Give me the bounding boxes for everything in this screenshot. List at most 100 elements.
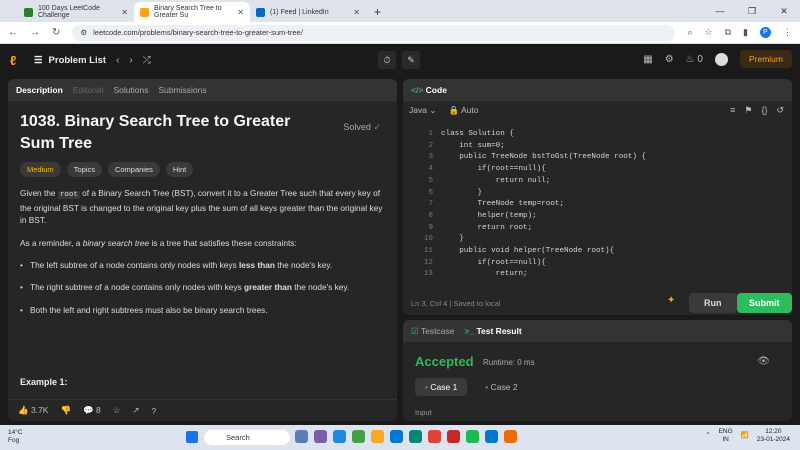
menu-icon[interactable]: ⋮ [783, 27, 792, 38]
auto-toggle[interactable]: 🔒 Auto [448, 105, 478, 116]
code-line[interactable]: if(root==null){ [441, 259, 545, 267]
start-icon[interactable] [186, 431, 198, 443]
sidepanel-icon[interactable]: ▮ [743, 27, 748, 38]
run-button[interactable]: Run [689, 293, 737, 313]
code-line[interactable]: int sum=0; [441, 142, 505, 150]
wifi-icon[interactable]: 📶 [741, 432, 749, 440]
code-line[interactable]: } [441, 235, 464, 243]
close-icon[interactable]: ✕ [121, 8, 128, 17]
widgets-icon[interactable] [295, 430, 308, 443]
tab-solutions[interactable]: Solutions [113, 85, 148, 95]
app-icon[interactable] [352, 430, 365, 443]
tab-editorial[interactable]: Editorial [73, 85, 104, 95]
line-number: 8 [428, 211, 433, 220]
back-icon[interactable]: ← [8, 27, 18, 38]
language-indicator[interactable]: ENG IN [719, 428, 733, 444]
tab-submissions[interactable]: Submissions [158, 85, 206, 95]
code-line[interactable]: return; [441, 270, 528, 278]
extensions-icon[interactable]: ⧉ [725, 27, 731, 38]
code-line[interactable]: helper(temp); [441, 212, 536, 220]
code-line[interactable]: TreeNode temp=root; [441, 200, 564, 208]
shuffle-icon[interactable]: ⤮ [143, 55, 151, 66]
weather-widget[interactable]: 14°C Fog [8, 429, 23, 445]
input-label: Input [415, 408, 432, 417]
tray-chevron-icon[interactable]: ⌃ [705, 432, 710, 440]
browser-tab[interactable]: (1) Feed | LinkedIn ✕ [250, 2, 366, 22]
zoom-icon[interactable]: ⌕ [687, 27, 692, 38]
leetcode-logo-icon[interactable]: ℓ [10, 53, 24, 68]
site-info-icon[interactable]: ⚙ [80, 28, 87, 37]
code-line[interactable]: public TreeNode bstToGst(TreeNode root) … [441, 153, 646, 161]
favorite-star-icon[interactable]: ☆ [113, 405, 121, 416]
format-icon[interactable]: ≡ [730, 105, 735, 116]
premium-button[interactable]: Premium [739, 50, 792, 68]
case-2-tab[interactable]: • Case 2 [475, 378, 527, 396]
app-icon[interactable] [409, 430, 422, 443]
braces-icon[interactable]: {} [761, 105, 767, 116]
tab-description[interactable]: Description [16, 85, 63, 95]
vscode-icon[interactable] [485, 430, 498, 443]
line-number: 6 [428, 188, 433, 197]
code-line[interactable]: return null; [441, 177, 551, 185]
debugger-icon[interactable]: ✦ [667, 295, 675, 306]
companies-chip[interactable]: Companies [107, 162, 160, 178]
file-explorer-icon[interactable] [371, 430, 384, 443]
layout-icon[interactable]: ▦ [643, 54, 652, 65]
code-line[interactable]: } [441, 189, 482, 197]
topics-chip[interactable]: Topics [66, 162, 102, 178]
avatar[interactable] [714, 52, 728, 66]
comments-button[interactable]: 💬 8 [83, 405, 101, 416]
hint-chip[interactable]: Hint [165, 162, 194, 178]
reset-icon[interactable]: ↺ [776, 105, 784, 116]
app-icon[interactable] [333, 430, 346, 443]
emphasis-text: binary search tree [82, 237, 150, 248]
code-line[interactable]: public void helper(TreeNode root){ [441, 247, 614, 255]
minimize-icon[interactable]: — [704, 0, 736, 22]
spotify-icon[interactable] [466, 430, 479, 443]
code-line[interactable]: class Solution { [441, 130, 514, 138]
taskbar-search[interactable]: Search [204, 430, 290, 445]
like-button[interactable]: 👍 3.7K [18, 405, 48, 416]
teams-icon[interactable] [314, 430, 327, 443]
close-icon[interactable]: ✕ [353, 8, 360, 17]
code-line[interactable]: if(root==null){ [441, 165, 545, 173]
tab-favicon [256, 7, 265, 17]
submit-button[interactable]: Submit [737, 293, 792, 313]
settings-icon[interactable]: ⚙ [665, 54, 674, 65]
code-editor[interactable]: 1 class Solution {2 int sum=0; 3 public Tr… [403, 127, 792, 283]
reload-icon[interactable]: ↻ [52, 27, 60, 38]
timer-icon[interactable]: ⏱ [378, 51, 396, 69]
browser-tab[interactable]: 100 Days LeetCode Challenge ✕ [18, 2, 134, 22]
code-tab[interactable]: </> Code [411, 85, 447, 95]
mcafee-icon[interactable] [447, 430, 460, 443]
browser-tab-active[interactable]: Binary Search Tree to Greater Su ✕ [134, 2, 250, 22]
new-tab-button[interactable]: + [366, 2, 389, 22]
code-line[interactable]: return root; [441, 224, 532, 232]
line-number: 4 [428, 165, 433, 174]
notes-icon[interactable]: ✎ [402, 51, 420, 69]
clock[interactable]: 12:20 23-01-2024 [757, 428, 790, 444]
bookmark-icon[interactable]: ⚑ [744, 105, 752, 116]
profile-avatar[interactable]: P [760, 27, 771, 38]
tab-testcase[interactable]: ☑ Testcase [411, 326, 454, 337]
maximize-icon[interactable]: ❐ [736, 0, 768, 22]
close-window-icon[interactable]: ✕ [768, 0, 800, 22]
streak-counter[interactable]: ♨ 0 [686, 54, 703, 65]
chrome-icon[interactable] [428, 430, 441, 443]
language-select[interactable]: Java ⌄ [409, 105, 436, 116]
problem-list-button[interactable]: ☰ Problem List [34, 55, 106, 66]
url-field[interactable]: ⚙ leetcode.com/problems/binary-search-tre… [72, 24, 676, 41]
prev-problem-icon[interactable]: ‹ [116, 55, 119, 66]
forward-icon[interactable]: → [30, 27, 40, 38]
next-problem-icon[interactable]: › [129, 55, 132, 66]
dislike-icon[interactable]: 👎 [60, 405, 71, 416]
case-1-tab[interactable]: • Case 1 [415, 378, 468, 396]
edge-icon[interactable] [390, 430, 403, 443]
help-icon[interactable]: ? [151, 406, 156, 416]
share-icon[interactable]: ↗ [132, 405, 139, 416]
bookmark-star-icon[interactable]: ☆ [705, 27, 713, 38]
eye-icon[interactable]: 👁 [757, 356, 770, 367]
close-icon[interactable]: ✕ [237, 8, 244, 17]
tab-test-result[interactable]: >_ Test Result [464, 326, 521, 336]
app-icon[interactable] [504, 430, 517, 443]
